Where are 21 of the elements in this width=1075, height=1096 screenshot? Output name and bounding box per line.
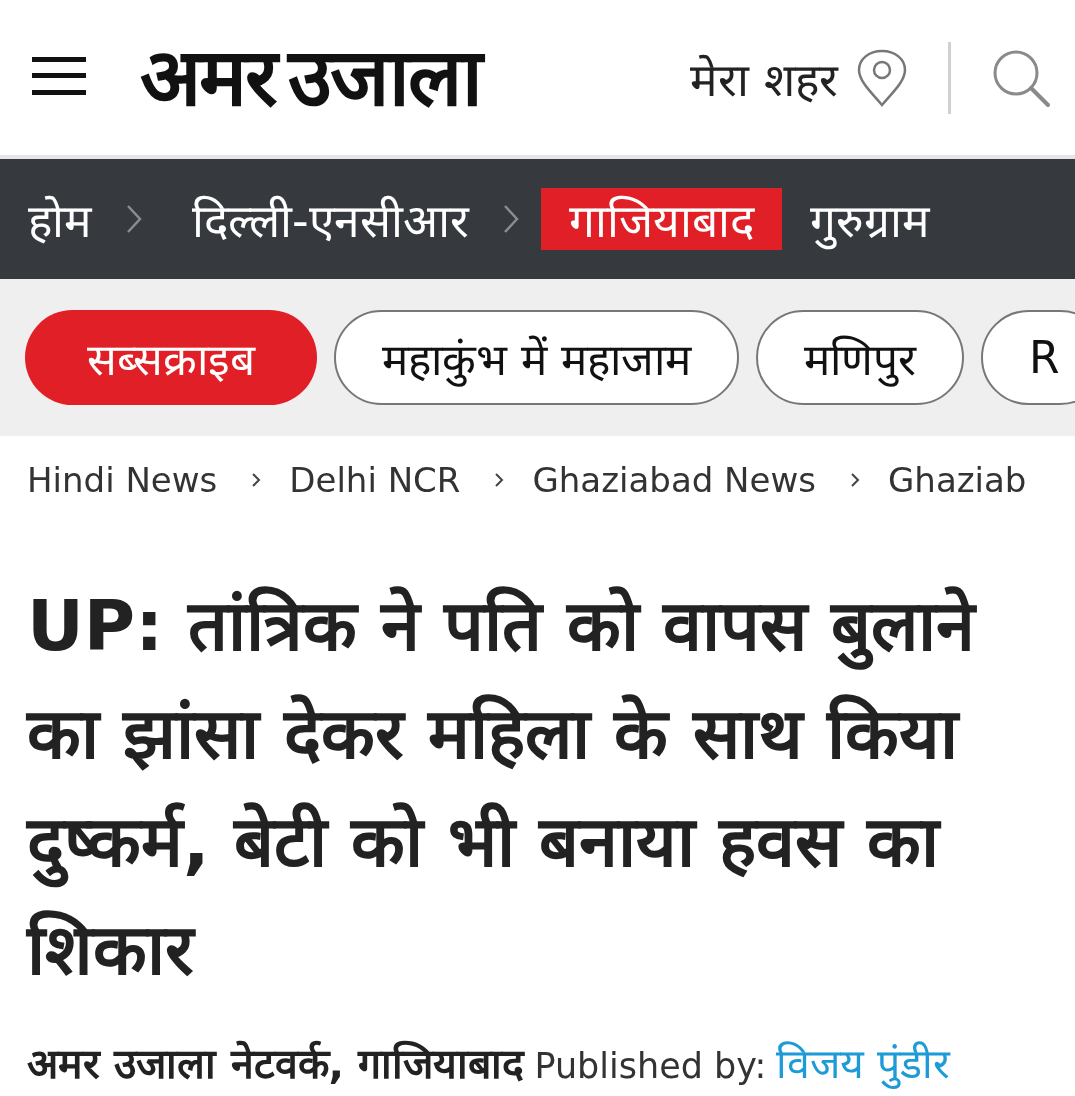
- topic-chip[interactable]: मणिपुर: [756, 310, 964, 405]
- breadcrumb-link[interactable]: Delhi NCR: [289, 460, 461, 500]
- breadcrumb-link[interactable]: Ghaziabad News: [532, 460, 816, 500]
- breadcrumb-link[interactable]: Ghaziab: [888, 460, 1027, 500]
- chevron-icon: [850, 472, 860, 488]
- nav-tab[interactable]: दिल्ली-एनसीआर: [164, 188, 497, 250]
- chevron-icon: [494, 472, 505, 488]
- published-by-label: Published by:: [534, 1046, 767, 1086]
- topic-chip[interactable]: महाकुंभ में महाजाम: [334, 310, 739, 405]
- byline-source: अमर उजाला नेटवर्क, गाजियाबाद: [27, 1039, 525, 1090]
- topic-chip[interactable]: R: [981, 310, 1075, 405]
- subscribe-button[interactable]: सब्सक्राइब: [25, 310, 317, 405]
- city-label[interactable]: मेरा शहर: [690, 46, 838, 109]
- nav-tab[interactable]: गुरुग्राम: [781, 188, 958, 250]
- chevron-icon: [251, 472, 262, 488]
- nav-tab[interactable]: गाजियाबाद: [540, 188, 782, 250]
- nav-tab[interactable]: होम: [0, 188, 120, 250]
- location-pin-icon[interactable]: [856, 48, 908, 107]
- article-headline: UP: तांत्रिक ने पति को वापस बुलाने का झांसा देकर महिला के साथ किया दुष्कर्म, बेटी को भी बनाया हवस का शिकार: [27, 584, 978, 993]
- menu-icon[interactable]: [32, 56, 86, 95]
- breadcrumb-link[interactable]: Hindi News: [27, 460, 218, 500]
